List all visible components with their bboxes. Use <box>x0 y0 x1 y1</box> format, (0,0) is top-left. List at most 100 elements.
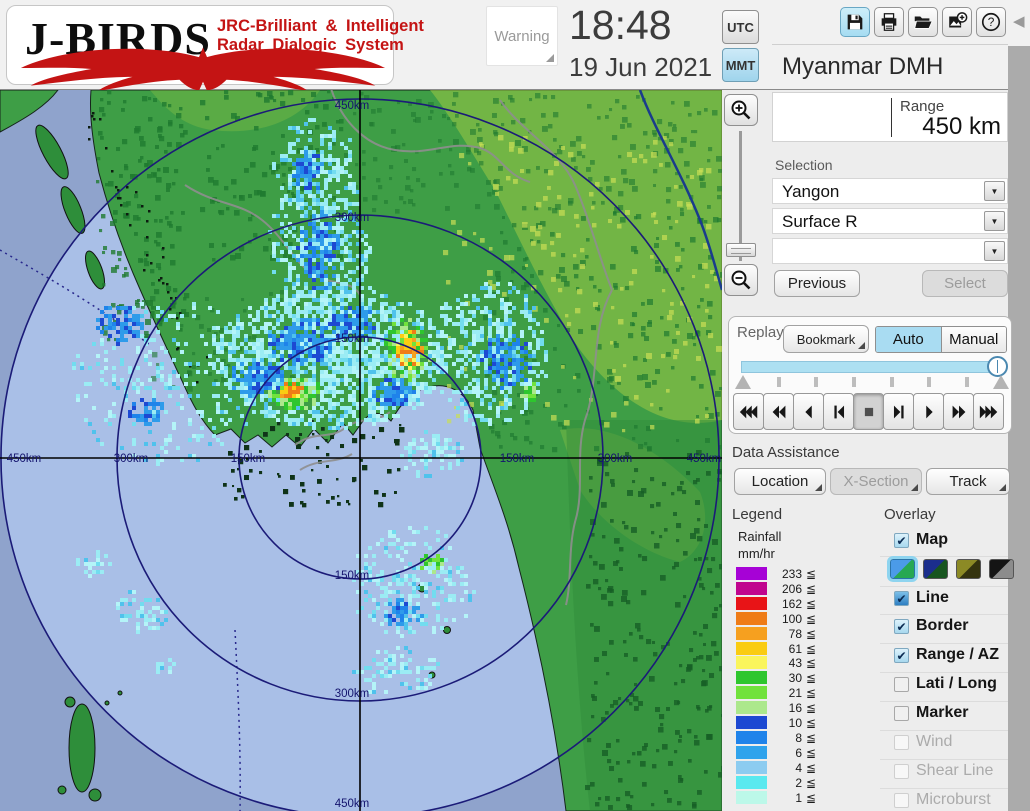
zoom-in-button[interactable] <box>724 94 758 126</box>
capture-icon <box>949 12 968 28</box>
panel-divider <box>772 44 1008 45</box>
overlay-divider <box>880 788 1008 789</box>
stop-icon <box>864 407 873 416</box>
save-icon <box>847 14 863 30</box>
selection-dropdown-3[interactable]: ▼ <box>772 238 1008 264</box>
radar-map[interactable]: 450km 300km 150km 150km 300km 450km 450km 300km… <box>0 84 727 811</box>
chevron-down-icon[interactable]: ▼ <box>984 181 1005 201</box>
slider-tick <box>852 377 856 387</box>
stop-button[interactable] <box>853 393 884 430</box>
legend-swatch <box>736 611 767 625</box>
slider-start-marker[interactable] <box>735 375 751 389</box>
legend-swatch <box>736 641 767 655</box>
replay-slider-handle[interactable] <box>987 356 1008 377</box>
save-button[interactable] <box>840 7 870 37</box>
legend-value: 6 <box>795 745 802 760</box>
map-style-black-grey[interactable] <box>989 559 1014 579</box>
step-backward-button[interactable] <box>823 393 854 430</box>
zoom-out-button[interactable] <box>724 264 758 296</box>
step-forward-button[interactable] <box>883 393 914 430</box>
range-ring-label: 450km <box>687 453 722 465</box>
location-button[interactable]: Location <box>734 468 826 495</box>
legend-value: 43 <box>788 656 802 671</box>
slider-tick <box>965 377 969 387</box>
chevron-down-icon[interactable]: ▼ <box>984 241 1005 261</box>
warning-button[interactable]: Warning <box>486 6 558 66</box>
track-button[interactable]: Track <box>926 468 1010 495</box>
range-divider <box>891 98 892 137</box>
lte-symbol: ≦ <box>806 567 817 581</box>
map-style-blue-green[interactable] <box>887 556 918 582</box>
checkbox-line[interactable]: ✔ <box>894 591 909 606</box>
lte-symbol: ≦ <box>806 671 817 686</box>
zoom-slider-handle[interactable] <box>726 243 756 257</box>
mmt-button[interactable]: MMT <box>722 48 759 82</box>
legend-value: 21 <box>788 686 802 701</box>
legend-swatch <box>736 567 767 580</box>
slider-tick <box>777 377 781 387</box>
checkbox-map[interactable]: ✔ <box>894 533 909 548</box>
select-button[interactable]: Select <box>922 270 1008 297</box>
collapse-panel-icon[interactable]: ◀ <box>1013 12 1025 30</box>
chevron-down-icon[interactable]: ▼ <box>984 211 1005 231</box>
lte-symbol: ≦ <box>806 760 817 775</box>
fastest-forward-button[interactable] <box>973 393 1004 430</box>
fast-forward-button[interactable] <box>943 393 974 430</box>
play-button[interactable] <box>913 393 944 430</box>
legend-label: Legend <box>732 506 783 523</box>
map-style-olive[interactable] <box>956 559 981 579</box>
step-backward-icon <box>833 405 844 418</box>
range-ring-label: 450km <box>335 798 370 810</box>
legend-swatch <box>736 626 767 640</box>
overlay-item-label: Lati / Long <box>916 675 997 692</box>
lte-symbol: ≦ <box>806 686 817 701</box>
legend-swatch <box>736 686 767 700</box>
fast-rewind-button[interactable] <box>733 393 764 430</box>
checkbox-range-az[interactable]: ✔ <box>894 648 909 663</box>
play-icon <box>925 405 933 418</box>
overlay-item-label: Marker <box>916 704 969 721</box>
slider-end-marker[interactable] <box>993 375 1009 389</box>
overlay-item-label: Shear Line <box>916 762 994 779</box>
legend-swatch <box>736 671 767 685</box>
selection-dropdown-1[interactable]: Yangon ▼ <box>772 178 1008 204</box>
legend-swatch <box>736 775 767 789</box>
reverse-play-icon <box>804 405 812 418</box>
previous-button[interactable]: Previous <box>774 270 860 297</box>
range-ring-label: 300km <box>114 453 149 465</box>
legend-swatch <box>736 730 767 744</box>
rewind-button[interactable] <box>763 393 794 430</box>
lte-symbol: ≦ <box>806 596 817 611</box>
x-section-button[interactable]: X-Section <box>830 468 922 495</box>
lte-symbol: ≦ <box>806 716 817 730</box>
auto-button[interactable]: Auto <box>876 327 941 352</box>
utc-button[interactable]: UTC <box>722 10 759 44</box>
checkbox-lati-long[interactable] <box>894 677 909 692</box>
checkbox-marker[interactable] <box>894 706 909 721</box>
eagle-logo-icon <box>20 47 386 92</box>
legend-value: 10 <box>788 716 802 730</box>
replay-label: Replay <box>737 324 784 341</box>
replay-slider-track[interactable] <box>741 361 1003 373</box>
range-ring-label: 450km <box>335 100 370 112</box>
checkbox-shear-line <box>894 764 909 779</box>
print-button[interactable] <box>874 7 904 37</box>
checkbox-wind <box>894 735 909 750</box>
open-folder-button[interactable] <box>908 7 938 37</box>
legend-swatch <box>736 596 767 610</box>
reverse-play-button[interactable] <box>793 393 824 430</box>
zoom-slider-track[interactable] <box>739 131 742 261</box>
magnifier-plus-icon <box>731 100 751 120</box>
data-assistance-label: Data Assistance <box>732 444 840 461</box>
help-button[interactable]: ? <box>976 7 1006 37</box>
capture-button[interactable] <box>942 7 972 37</box>
overlay-divider <box>880 614 1008 615</box>
range-value: 450 km <box>922 113 1001 140</box>
selection-dropdown-2[interactable]: Surface R ▼ <box>772 208 1008 234</box>
range-ring-label: 450km <box>7 453 42 465</box>
manual-button[interactable]: Manual <box>940 327 1006 352</box>
checkbox-border[interactable]: ✔ <box>894 619 909 634</box>
map-style-navy-darkgreen[interactable] <box>923 559 948 579</box>
lte-symbol: ≦ <box>806 730 817 745</box>
bookmark-button[interactable]: Bookmark <box>783 325 869 353</box>
